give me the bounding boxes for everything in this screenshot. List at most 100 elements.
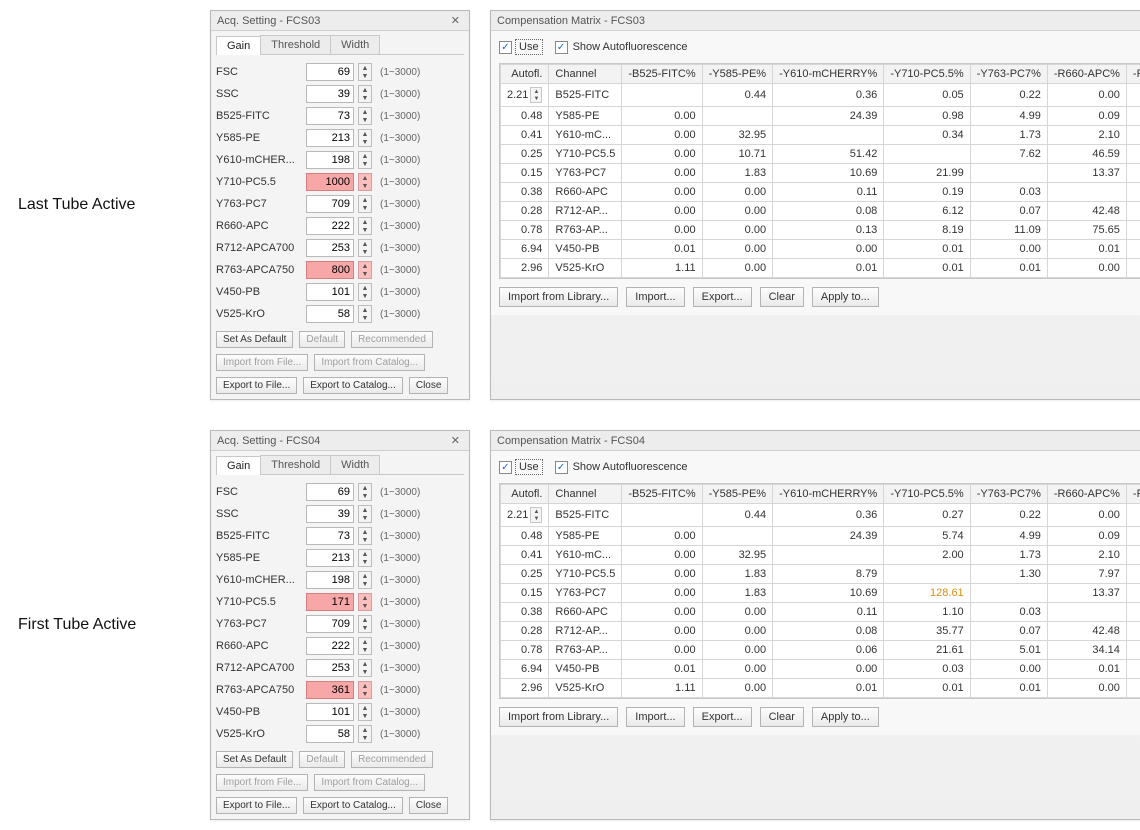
matrix-cell[interactable]: 5.74 <box>884 527 970 546</box>
gain-input[interactable] <box>306 63 354 81</box>
matrix-cell[interactable]: 35.77 <box>884 622 970 641</box>
matrix-cell[interactable]: 0.22 <box>970 84 1047 107</box>
set-default-button[interactable]: Set As Default <box>216 751 293 768</box>
close-button[interactable]: Close <box>409 377 449 394</box>
import-catalog-button[interactable]: Import from Catalog... <box>314 354 425 371</box>
gain-spinner[interactable]: ▲▼ <box>358 505 372 523</box>
gain-spinner[interactable]: ▲▼ <box>358 195 372 213</box>
gain-input[interactable] <box>306 681 354 699</box>
import-button[interactable]: Import... <box>626 287 684 307</box>
matrix-cell[interactable]: 10.69 <box>773 584 884 603</box>
gain-input[interactable] <box>306 195 354 213</box>
gain-input[interactable] <box>306 151 354 169</box>
matrix-cell[interactable] <box>1047 183 1126 202</box>
gain-spinner[interactable]: ▲▼ <box>358 571 372 589</box>
import-file-button[interactable]: Import from File... <box>216 774 308 791</box>
matrix-cell[interactable]: 0.03 <box>1126 107 1140 126</box>
autofl-stepper[interactable]: ▲▼ <box>530 87 542 103</box>
matrix-cell[interactable]: 0.00 <box>702 622 772 641</box>
show-autofl-checkbox[interactable]: ✓Show Autofluorescence <box>555 41 688 54</box>
gain-spinner[interactable]: ▲▼ <box>358 549 372 567</box>
matrix-cell[interactable]: 0.36 <box>773 504 884 527</box>
matrix-cell[interactable]: 0.00 <box>970 240 1047 259</box>
set-default-button[interactable]: Set As Default <box>216 331 293 348</box>
matrix-cell[interactable]: 159.53 <box>1126 221 1140 240</box>
matrix-cell[interactable]: 34.14 <box>1047 641 1126 660</box>
gain-input[interactable] <box>306 725 354 743</box>
matrix-cell[interactable]: 0.00 <box>622 221 702 240</box>
gain-spinner[interactable]: ▲▼ <box>358 527 372 545</box>
export-button[interactable]: Export... <box>693 707 752 727</box>
gain-input[interactable] <box>306 217 354 235</box>
gain-input[interactable] <box>306 527 354 545</box>
close-button[interactable]: Close <box>409 797 449 814</box>
export-catalog-button[interactable]: Export to Catalog... <box>303 377 403 394</box>
matrix-cell[interactable]: 0.03 <box>970 183 1047 202</box>
matrix-cell[interactable]: 71.99 <box>1126 641 1140 660</box>
matrix-cell[interactable]: 0.01 <box>773 259 884 278</box>
matrix-cell[interactable]: 5.01 <box>970 641 1047 660</box>
tab-threshold[interactable]: Threshold <box>260 35 331 54</box>
matrix-cell[interactable]: 11.09 <box>970 221 1047 240</box>
matrix-cell[interactable]: 0.00 <box>622 622 702 641</box>
matrix-cell[interactable]: 13.85 <box>1126 584 1140 603</box>
gain-spinner[interactable]: ▲▼ <box>358 283 372 301</box>
matrix-cell[interactable]: 21.99 <box>884 164 970 183</box>
matrix-cell[interactable]: 1.30 <box>970 565 1047 584</box>
gain-input[interactable] <box>306 703 354 721</box>
matrix-cell[interactable]: 0.00 <box>702 679 772 698</box>
matrix-cell[interactable]: 0.08 <box>773 202 884 221</box>
close-icon[interactable]: ✕ <box>448 14 463 27</box>
gain-input[interactable] <box>306 305 354 323</box>
matrix-cell[interactable]: 0.03 <box>1126 527 1140 546</box>
export-button[interactable]: Export... <box>693 287 752 307</box>
matrix-cell[interactable]: 0.00 <box>970 660 1047 679</box>
matrix-cell[interactable]: 0.00 <box>622 145 702 164</box>
matrix-cell[interactable]: 0.03 <box>884 660 970 679</box>
matrix-cell[interactable]: 128.61 <box>884 584 970 603</box>
matrix-cell[interactable] <box>1047 603 1126 622</box>
matrix-cell[interactable]: 1.83 <box>702 565 772 584</box>
matrix-cell[interactable]: 0.01 <box>1047 240 1126 259</box>
gain-input[interactable] <box>306 505 354 523</box>
default-button[interactable]: Default <box>299 751 345 768</box>
matrix-cell[interactable]: 8.19 <box>884 221 970 240</box>
apply-to-button[interactable]: Apply to... <box>812 707 879 727</box>
matrix-cell[interactable]: 0.27 <box>884 504 970 527</box>
matrix-cell[interactable]: 2.10 <box>1047 126 1126 145</box>
matrix-cell[interactable]: 0.00 <box>773 240 884 259</box>
matrix-cell[interactable]: 0.00 <box>1047 679 1126 698</box>
matrix-cell[interactable]: 0.26 <box>1126 603 1140 622</box>
export-file-button[interactable]: Export to File... <box>216 797 297 814</box>
matrix-cell[interactable]: 4.99 <box>970 107 1047 126</box>
gain-input[interactable] <box>306 637 354 655</box>
matrix-cell[interactable]: 0.05 <box>1126 240 1140 259</box>
matrix-cell[interactable] <box>773 546 884 565</box>
matrix-cell[interactable]: 0.09 <box>1047 527 1126 546</box>
recommended-button[interactable]: Recommended <box>351 751 433 768</box>
matrix-cell[interactable]: 7.62 <box>970 145 1047 164</box>
matrix-cell[interactable]: 13.85 <box>1126 164 1140 183</box>
gain-spinner[interactable]: ▲▼ <box>358 173 372 191</box>
matrix-cell[interactable]: 0.00 <box>702 221 772 240</box>
matrix-cell[interactable]: 0.00 <box>622 546 702 565</box>
matrix-cell[interactable]: 0.03 <box>1126 504 1140 527</box>
matrix-cell[interactable]: 75.65 <box>1047 221 1126 240</box>
matrix-cell[interactable]: 0.00 <box>622 202 702 221</box>
matrix-cell[interactable]: 0.00 <box>702 641 772 660</box>
matrix-cell[interactable]: 0.02 <box>1126 259 1140 278</box>
matrix-cell[interactable]: 0.01 <box>884 240 970 259</box>
matrix-cell[interactable] <box>702 527 772 546</box>
tab-gain[interactable]: Gain <box>216 456 261 475</box>
clear-button[interactable]: Clear <box>760 707 804 727</box>
gain-spinner[interactable]: ▲▼ <box>358 107 372 125</box>
matrix-cell[interactable]: 13.37 <box>1047 164 1126 183</box>
matrix-cell[interactable]: 0.05 <box>1126 660 1140 679</box>
matrix-cell[interactable]: 42.48 <box>1047 622 1126 641</box>
gain-spinner[interactable]: ▲▼ <box>358 129 372 147</box>
matrix-cell[interactable]: 0.36 <box>773 84 884 107</box>
matrix-cell[interactable] <box>622 504 702 527</box>
matrix-cell[interactable]: 0.05 <box>884 84 970 107</box>
matrix-cell[interactable]: 0.11 <box>773 183 884 202</box>
matrix-cell[interactable]: 0.01 <box>970 679 1047 698</box>
